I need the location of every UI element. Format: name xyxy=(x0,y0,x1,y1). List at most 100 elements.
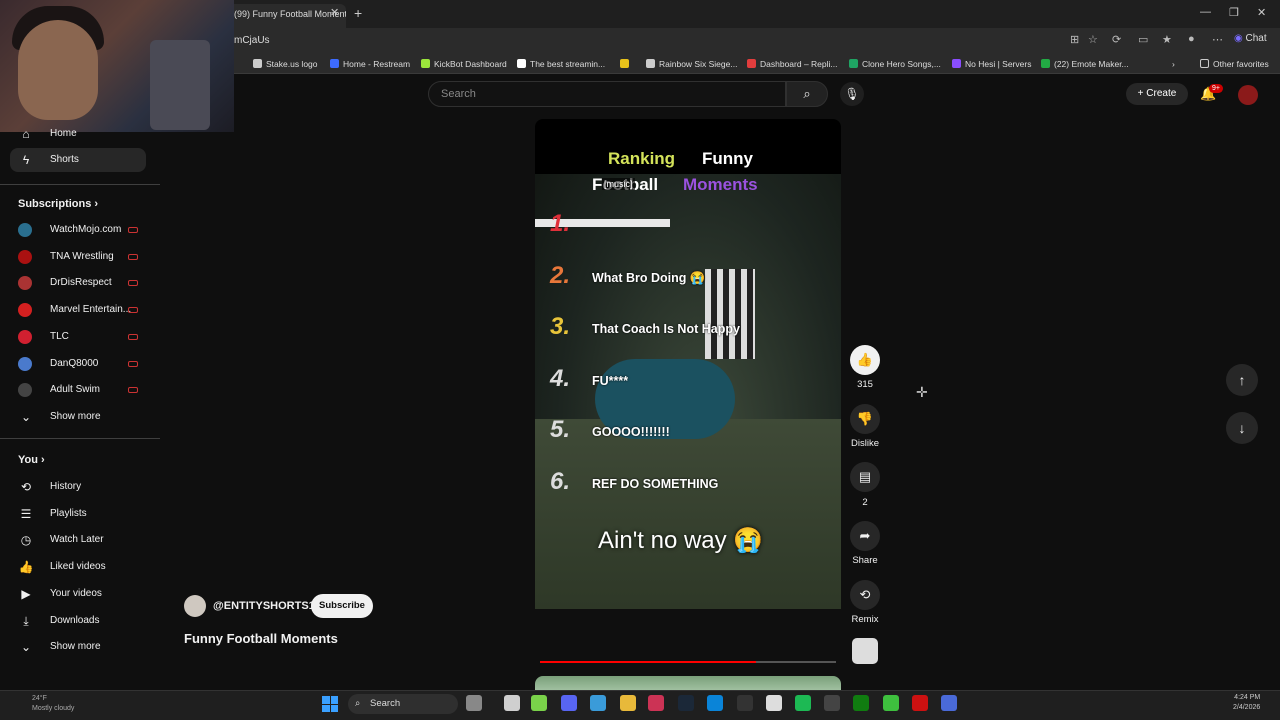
extensions-icon[interactable]: ⟳ xyxy=(1112,33,1121,46)
account-avatar[interactable] xyxy=(1238,85,1258,105)
sidebar-item-subscription[interactable]: TLC xyxy=(10,325,146,349)
bookmarks-overflow-icon[interactable]: › xyxy=(1172,59,1175,69)
split-screen-icon[interactable]: ▭ xyxy=(1138,33,1148,46)
browser-tab-active[interactable]: (99) Funny Football Moments xyxy=(228,4,346,28)
sidebar-item-subscription[interactable]: WatchMojo.com xyxy=(10,218,146,242)
edge-icon[interactable] xyxy=(707,695,723,711)
taskbar-search[interactable]: ⌕ Search xyxy=(348,694,458,714)
app-icon[interactable] xyxy=(941,695,957,711)
like-button[interactable]: 👍 xyxy=(850,345,880,375)
like-count: 315 xyxy=(857,379,873,390)
more-menu-icon[interactable]: ⋯ xyxy=(1212,33,1223,46)
file-explorer-icon[interactable] xyxy=(620,695,636,711)
bookmark-item[interactable]: No Hesi | Servers xyxy=(952,59,1031,69)
new-tab-icon[interactable]: + xyxy=(354,5,362,21)
next-short-preview[interactable] xyxy=(535,676,841,690)
search-button[interactable]: ⌕ xyxy=(786,81,828,107)
steam-icon[interactable] xyxy=(678,695,694,711)
sidebar-item-you[interactable]: ☰ Playlists xyxy=(10,502,146,526)
copilot-chat-button[interactable]: ◉ Chat xyxy=(1234,33,1267,44)
remix-button[interactable]: ⟲ xyxy=(850,580,880,610)
show-more-subscriptions[interactable]: ⌄ Show more xyxy=(10,405,146,429)
bookmark-item[interactable] xyxy=(620,59,633,69)
bookmark-item[interactable]: Home - Restream xyxy=(330,59,410,69)
progress-bar[interactable] xyxy=(540,661,757,663)
bookmark-item[interactable]: Dashboard – Repli... xyxy=(747,59,838,69)
voice-search-button[interactable]: 🎙 xyxy=(840,82,864,106)
you-heading[interactable]: You › xyxy=(18,454,45,466)
notepad-icon[interactable] xyxy=(504,695,520,711)
close-window-icon[interactable]: ✕ xyxy=(1257,6,1266,19)
tab-close-icon[interactable]: ✕ xyxy=(330,6,339,19)
sidebar-item-subscription[interactable]: DrDisRespect xyxy=(10,271,146,295)
live-indicator-icon xyxy=(128,280,138,287)
profile-icon[interactable]: ● xyxy=(1188,33,1195,45)
sidebar-item-you[interactable]: 👍 Liked videos xyxy=(10,555,146,579)
chevron-right-icon: › xyxy=(94,198,99,210)
comment-icon: ▤ xyxy=(858,469,872,484)
sidebar-item-label: Watch Later xyxy=(50,534,104,546)
favorites-icon[interactable]: ★ xyxy=(1162,33,1172,46)
subscribe-button[interactable]: Subscribe xyxy=(311,594,373,618)
bookmark-favicon-icon xyxy=(620,59,629,68)
store-icon[interactable] xyxy=(648,695,664,711)
share-button[interactable]: ➦ xyxy=(850,521,880,551)
weather-widget[interactable]: 24°F Mostly cloudy xyxy=(32,694,74,714)
system-clock[interactable]: 4:24 PM 2/4/2026 xyxy=(1233,693,1260,713)
sidebar-item-subscription[interactable]: DanQ8000 xyxy=(10,352,146,376)
bookmark-item[interactable]: Clone Hero Songs,... xyxy=(849,59,941,69)
sidebar-item-you[interactable]: ◷ Watch Later xyxy=(10,528,146,552)
xbox-icon[interactable] xyxy=(853,695,869,711)
sidebar: ⌂ Home ϟ Shorts Subscriptions › WatchMojo.… xyxy=(0,114,160,690)
favorite-star-icon[interactable]: ☆ xyxy=(1088,33,1098,46)
subscriptions-heading[interactable]: Subscriptions › xyxy=(18,198,98,210)
sidebar-item-you[interactable]: ⟲ History xyxy=(10,475,146,499)
divider xyxy=(0,438,160,439)
app-icon[interactable] xyxy=(883,695,899,711)
sidebar-item-you[interactable]: ⤓ Downloads xyxy=(10,609,146,633)
channel-avatar-icon xyxy=(18,303,32,318)
obs-icon[interactable] xyxy=(737,695,753,711)
next-short-button[interactable]: ↓ xyxy=(1226,412,1258,444)
rank-number: 6. xyxy=(550,467,571,495)
app-icon[interactable] xyxy=(912,695,928,711)
channel-avatar-icon xyxy=(18,329,32,344)
sidebar-item-shorts[interactable]: ϟ Shorts xyxy=(10,148,146,172)
bookmark-item[interactable]: (22) Emote Maker... xyxy=(1041,59,1129,69)
files-app-icon[interactable] xyxy=(466,695,482,711)
sidebar-item-you[interactable]: ▶ Your videos xyxy=(10,582,146,606)
minimize-icon[interactable]: — xyxy=(1200,6,1211,18)
app-icon[interactable] xyxy=(590,695,606,711)
sound-thumbnail[interactable] xyxy=(852,638,878,664)
comments-button[interactable]: ▤ xyxy=(850,462,880,492)
dislike-button[interactable]: 👎 xyxy=(850,404,880,434)
bookmark-item[interactable]: KickBot Dashboard xyxy=(421,59,507,69)
bookmark-item[interactable]: The best streamin... xyxy=(517,59,605,69)
sidebar-item-subscription[interactable]: Marvel Entertain... xyxy=(10,298,146,322)
channel-name[interactable]: @ENTITYSHORTS1 xyxy=(213,600,315,612)
discord-icon[interactable] xyxy=(561,695,577,711)
sidebar-item-subscription[interactable]: Adult Swim xyxy=(10,378,146,402)
create-button[interactable]: + Create xyxy=(1126,83,1188,105)
sidebar-item-subscription[interactable]: TNA Wrestling xyxy=(10,245,146,269)
bookmark-item[interactable]: Rainbow Six Siege... xyxy=(646,59,737,69)
spotify-icon[interactable] xyxy=(795,695,811,711)
video-title[interactable]: Funny Football Moments xyxy=(184,631,338,646)
restore-icon[interactable]: ❐ xyxy=(1229,6,1239,19)
share-label: Share xyxy=(852,555,878,566)
other-favorites[interactable]: Other favorites xyxy=(1200,59,1269,69)
show-more-you[interactable]: ⌄ Show more xyxy=(10,635,146,659)
channel-avatar[interactable] xyxy=(184,595,206,617)
settings-icon[interactable] xyxy=(766,695,782,711)
previous-short-button[interactable]: ↑ xyxy=(1226,364,1258,396)
sidebar-item-home[interactable]: ⌂ Home xyxy=(10,122,146,146)
url-text[interactable]: mCjaUs xyxy=(234,35,270,46)
nvidia-icon[interactable] xyxy=(531,695,547,711)
bookmark-label: (22) Emote Maker... xyxy=(1054,59,1129,69)
reader-icon[interactable]: ⊞ xyxy=(1070,33,1079,46)
home-icon: ⌂ xyxy=(22,127,30,141)
search-input[interactable]: Search xyxy=(428,81,786,107)
windows-start-icon[interactable] xyxy=(322,696,338,712)
bookmark-item[interactable]: Stake.us logo xyxy=(253,59,318,69)
4k-app-icon[interactable] xyxy=(824,695,840,711)
